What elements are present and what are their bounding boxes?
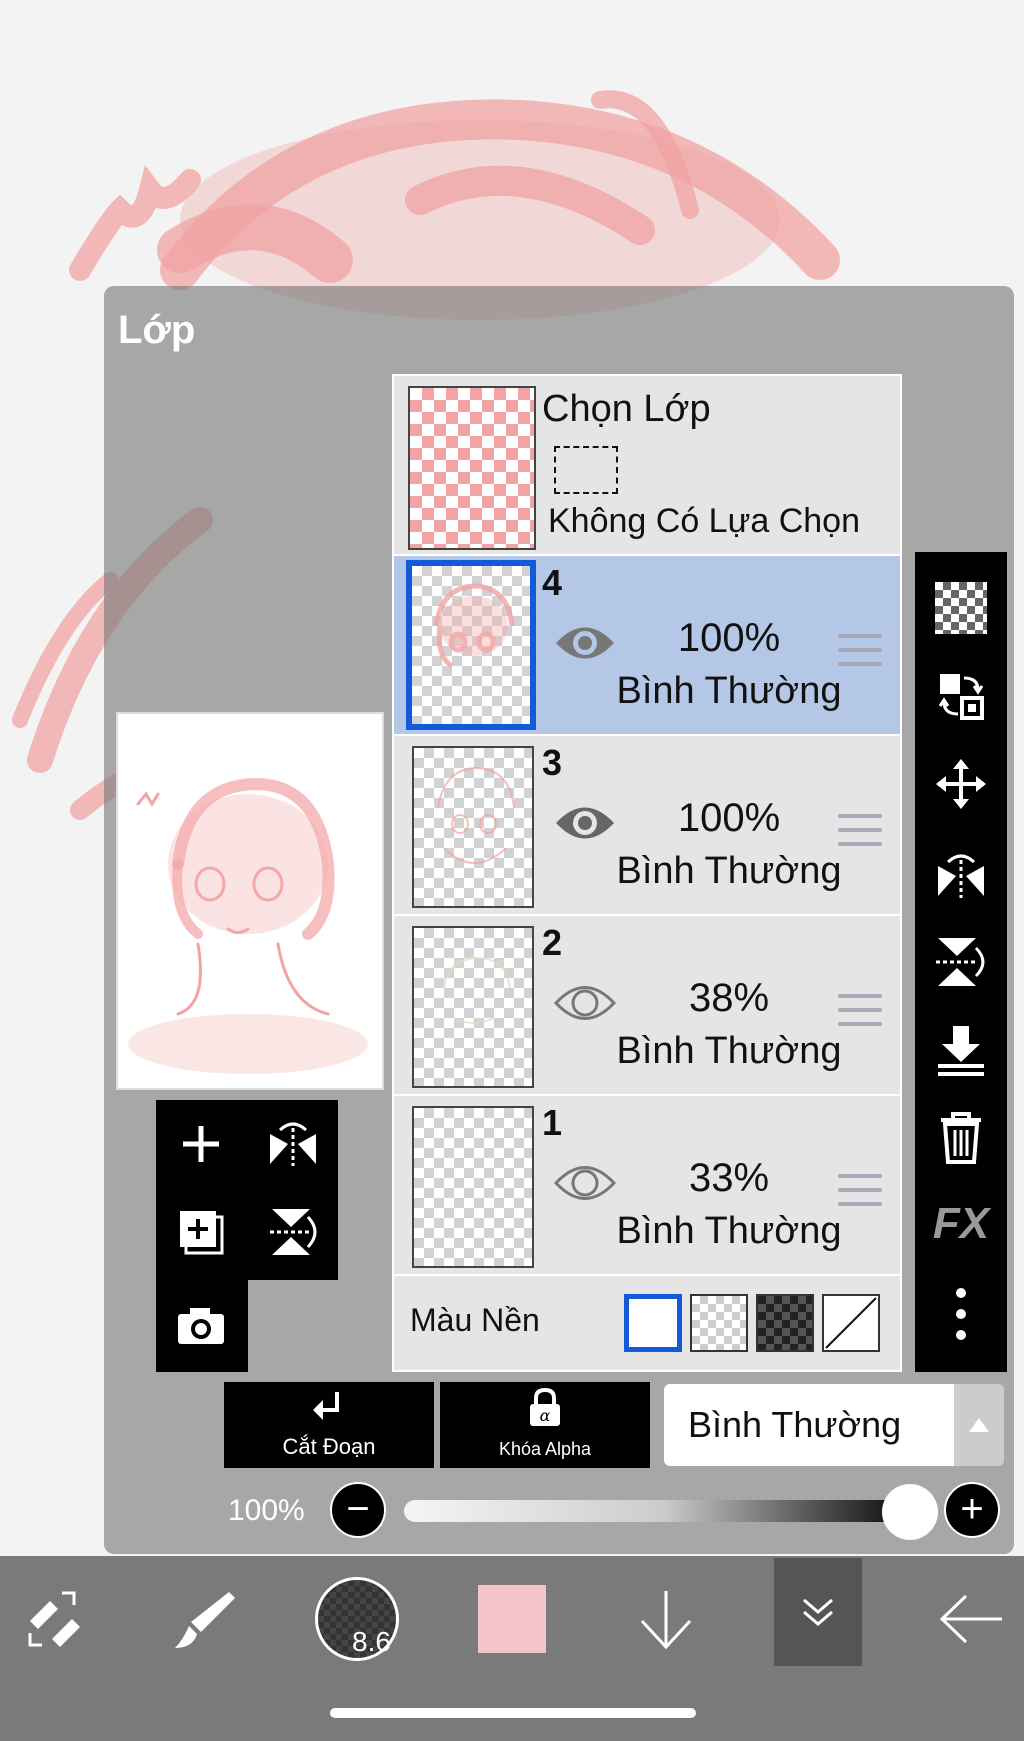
flip-layer-v-icon[interactable] bbox=[248, 1192, 338, 1272]
visibility-eye-outline-icon[interactable] bbox=[552, 1158, 618, 1208]
opacity-decrease-button[interactable]: − bbox=[330, 1482, 386, 1538]
blend-mode-value: Bình Thường bbox=[688, 1404, 902, 1445]
bg-white-swatch[interactable] bbox=[624, 1294, 682, 1352]
alpha-lock-label: Khóa Alpha bbox=[498, 1439, 592, 1459]
down-arrow-icon[interactable] bbox=[626, 1574, 706, 1664]
transform-tool-icon[interactable] bbox=[14, 1574, 94, 1664]
current-color bbox=[478, 1585, 546, 1653]
flip-horizontal-icon[interactable] bbox=[915, 832, 1007, 916]
visibility-eye-icon[interactable] bbox=[552, 798, 618, 848]
layer-row-2[interactable]: 2 38% Bình Thường bbox=[394, 916, 900, 1096]
selection-layer-row[interactable]: Chọn Lớp Không Có Lựa Chọn bbox=[394, 376, 900, 556]
selection-marquee-icon bbox=[554, 446, 618, 494]
fx-icon[interactable]: FX bbox=[915, 1182, 1007, 1266]
layer-actions-toolbar: FX bbox=[915, 552, 1007, 1372]
drag-handle-icon[interactable] bbox=[838, 634, 882, 676]
layer-thumbnail bbox=[412, 746, 534, 908]
drag-handle-icon[interactable] bbox=[838, 994, 882, 1036]
visibility-eye-icon[interactable] bbox=[552, 618, 618, 668]
flip-vertical-icon[interactable] bbox=[915, 920, 1007, 1004]
layer-number: 1 bbox=[542, 1102, 563, 1143]
bg-none-swatch[interactable] bbox=[822, 1294, 880, 1352]
opacity-value: 100% bbox=[228, 1494, 305, 1527]
layer-number: 2 bbox=[542, 922, 563, 963]
bg-checker-light-swatch[interactable] bbox=[690, 1294, 748, 1352]
layer-blend-mode: Bình Thường bbox=[616, 1210, 842, 1252]
brush-size-value: 8.6 bbox=[352, 1626, 391, 1657]
fx-label: FX bbox=[932, 1199, 990, 1248]
selection-status: Không Có Lựa Chọn bbox=[548, 502, 860, 540]
move-icon[interactable] bbox=[915, 742, 1007, 826]
opacity-slider-track[interactable] bbox=[404, 1500, 920, 1522]
layer-row-4[interactable]: 4 100% Bình Thường bbox=[394, 556, 900, 736]
layer-opacity: 100% bbox=[677, 616, 781, 660]
flip-layer-h-icon[interactable] bbox=[248, 1104, 338, 1184]
add-copy-icon[interactable] bbox=[156, 1192, 246, 1272]
visibility-eye-outline-icon[interactable] bbox=[552, 978, 618, 1028]
checker-icon[interactable] bbox=[915, 566, 1007, 650]
layer-blend-mode: Bình Thường bbox=[616, 850, 842, 892]
selection-layer-title: Chọn Lớp bbox=[542, 388, 711, 430]
layer-blend-mode: Bình Thường bbox=[616, 1030, 842, 1072]
background-color-label: Màu Nền bbox=[410, 1302, 540, 1338]
selection-thumbnail bbox=[408, 386, 536, 550]
trash-icon[interactable] bbox=[915, 1096, 1007, 1180]
drag-handle-icon[interactable] bbox=[838, 814, 882, 856]
layer-thumbnail bbox=[412, 926, 534, 1088]
layer-row-1[interactable]: 1 33% Bình Thường bbox=[394, 1096, 900, 1276]
drag-handle-icon[interactable] bbox=[838, 1174, 882, 1216]
layer-opacity: 100% bbox=[677, 796, 781, 840]
clipping-label: Cắt Đoạn bbox=[282, 1434, 376, 1459]
transfer-icon[interactable] bbox=[915, 654, 1007, 738]
more-icon[interactable] bbox=[915, 1272, 1007, 1356]
svg-text:α: α bbox=[540, 1406, 551, 1425]
opacity-slider-knob[interactable] bbox=[882, 1484, 938, 1540]
panel-title: Lớp bbox=[118, 308, 196, 352]
add-layer-icon[interactable] bbox=[156, 1104, 246, 1184]
color-swatch-button[interactable] bbox=[476, 1574, 548, 1664]
layer-thumbnail bbox=[412, 1106, 534, 1268]
alpha-lock-button[interactable]: α Khóa Alpha bbox=[440, 1382, 650, 1468]
layers-button[interactable] bbox=[774, 1558, 862, 1666]
blend-mode-select[interactable]: Bình Thường bbox=[664, 1384, 1004, 1466]
opacity-increase-button[interactable]: + bbox=[944, 1482, 1000, 1538]
brush-size-button[interactable]: 8.6 bbox=[312, 1574, 402, 1664]
bg-checker-dark-swatch[interactable] bbox=[756, 1294, 814, 1352]
back-arrow-icon[interactable] bbox=[926, 1574, 1016, 1664]
layer-opacity: 38% bbox=[688, 976, 770, 1020]
clipping-button[interactable]: Cắt Đoạn bbox=[224, 1382, 434, 1468]
merge-down-icon[interactable] bbox=[915, 1008, 1007, 1092]
dropdown-arrow-icon[interactable] bbox=[954, 1384, 1004, 1466]
layer-blend-mode: Bình Thường bbox=[616, 670, 842, 712]
layer-list: Chọn Lớp Không Có Lựa Chọn 4 100% Bình T… bbox=[392, 374, 902, 1372]
layer-number: 4 bbox=[542, 562, 563, 603]
layer-number: 3 bbox=[542, 742, 563, 783]
camera-icon[interactable] bbox=[156, 1286, 246, 1366]
layer-thumbnail bbox=[406, 560, 536, 730]
layer-row-3[interactable]: 3 100% Bình Thường bbox=[394, 736, 900, 916]
brush-tool-icon[interactable] bbox=[164, 1574, 244, 1664]
home-indicator bbox=[330, 1708, 696, 1718]
canvas-preview[interactable] bbox=[116, 712, 384, 1090]
layer-opacity: 33% bbox=[688, 1156, 770, 1200]
